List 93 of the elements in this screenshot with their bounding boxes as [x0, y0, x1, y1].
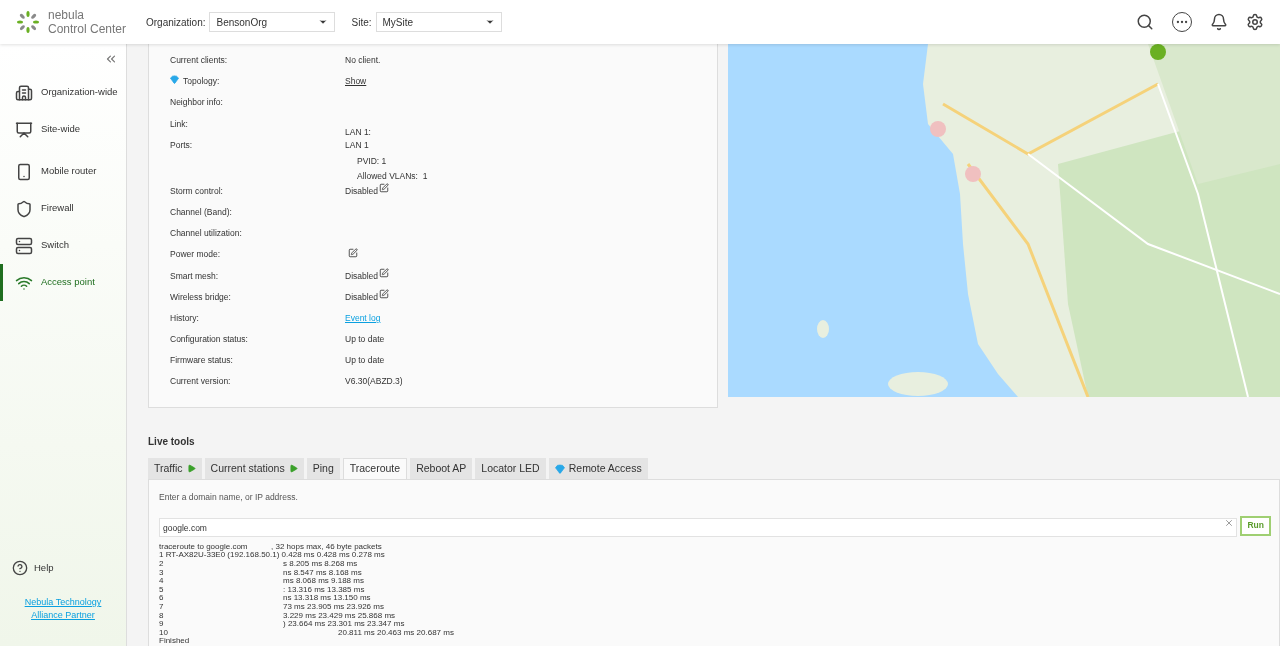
play-icon [288, 464, 298, 473]
output-line: ns 13.318 ms 13.150 ms [283, 594, 371, 603]
organization-label: Organization: [146, 15, 206, 30]
tab[interactable]: Ping [306, 458, 340, 479]
output-line: 20.811 ms 20.463 ms 20.687 ms [338, 628, 454, 638]
play-icon [186, 464, 196, 473]
output-line: Finished [159, 636, 190, 646]
detail-label: Ports: [170, 138, 193, 152]
detail-value: No client. [345, 54, 381, 67]
detail-value: Disabled [345, 184, 379, 198]
detail-label: Link: [170, 117, 188, 131]
output-line: ) 23.664 ms 23.301 ms 23.347 ms [283, 620, 405, 629]
edit-icon[interactable] [348, 248, 358, 259]
detail-value: V6.30(ABZD.3) [345, 375, 403, 389]
output-line: : 13.316 ms 13.385 ms [283, 585, 365, 595]
output-line: , 32 hops max, 46 byte packets [271, 542, 382, 551]
show-link[interactable]: Show [345, 75, 367, 88]
output-line: 9 [159, 620, 165, 629]
output-line: 3.229 ms 23.429 ms 25.868 ms [283, 611, 396, 621]
detail-label: Current version: [170, 375, 231, 389]
diamond-icon [554, 463, 565, 474]
output-line: s 8.205 ms 8.268 ms [283, 559, 358, 569]
organization-select[interactable]: BensonOrg [209, 12, 336, 32]
tab[interactable]: Traceroute [342, 458, 408, 479]
site-label: Site: [351, 15, 372, 30]
detail-value: Up to date [345, 333, 385, 346]
sidebar-item[interactable]: Switch [0, 227, 126, 264]
brand-name: Control Center [48, 22, 128, 36]
detail-label: Topology: [183, 75, 220, 88]
output-line: 7 [159, 602, 165, 612]
tab[interactable]: Current stations [204, 458, 304, 479]
sidebar-item[interactable]: Organization-wide [0, 74, 126, 111]
detail-label: Wireless bridge: [170, 290, 231, 304]
detail-value: LAN 1 [345, 138, 369, 152]
detail-value: LAN 1: [345, 125, 371, 139]
edit-icon[interactable] [379, 288, 390, 299]
detail-label: History: [170, 311, 199, 325]
edit-icon[interactable] [379, 267, 390, 278]
output-line: 8 [159, 611, 165, 621]
search-icon[interactable] [1136, 13, 1154, 31]
detail-value: Up to date [345, 354, 385, 367]
output-line: 2 [159, 559, 165, 569]
tab[interactable]: Reboot AP [410, 458, 473, 479]
detail-label: Power mode: [170, 248, 221, 262]
output-line: 1 RT-AX82U-33E0 (192.168.50.1) 0.428 ms 0.428 ms 0.278 ms [159, 550, 385, 560]
brand-name: nebula [48, 8, 86, 22]
site-select[interactable]: MySite [375, 12, 502, 32]
output-line: 73 ms 23.905 ms 23.926 ms [283, 602, 384, 612]
collapse-icon[interactable] [104, 52, 118, 66]
caret-icon [318, 17, 329, 27]
address-field[interactable]: google.com [159, 518, 1238, 538]
caret-icon [484, 17, 495, 27]
detail-value: Disabled [345, 269, 379, 283]
output-line: 5 [159, 585, 165, 595]
detail-value: Allowed VLANs: 1 [356, 170, 428, 183]
hint-text: Enter a domain name, or IP address. [159, 491, 299, 504]
help-icon[interactable] [12, 560, 28, 576]
detail-label: Firmware status: [170, 354, 233, 367]
tab[interactable]: Locator LED [475, 458, 546, 479]
help-link[interactable]: Help [34, 560, 54, 576]
phone-icon [15, 162, 33, 181]
output-line: traceroute to google.com [159, 542, 249, 551]
kiosk-icon [15, 120, 33, 139]
sidebar-item[interactable]: Mobile router [0, 153, 126, 190]
edit-icon[interactable] [379, 182, 390, 193]
shield-icon [15, 199, 33, 218]
detail-label: Storm control: [170, 184, 223, 198]
output-line: 6 [159, 594, 165, 603]
tab[interactable]: Remote Access [548, 458, 648, 479]
output-line: 10 [159, 628, 169, 638]
logo-icon [16, 10, 40, 34]
sidebar-item[interactable]: Site-wide [0, 111, 126, 148]
output-line: ns 8.547 ms 8.168 ms [283, 568, 362, 578]
sidebar-item[interactable]: Access point [0, 264, 126, 301]
clear-icon[interactable] [1224, 518, 1235, 529]
detail-label: Current clients: [170, 54, 228, 67]
detail-label: Configuration status: [170, 333, 248, 346]
detail-label: Neighbor info: [170, 96, 223, 110]
detail-label: Channel (Band): [170, 205, 232, 219]
section-title: Live tools [148, 435, 196, 449]
detail-value: Disabled [345, 290, 379, 304]
detail-value: PVID: 1 [356, 154, 388, 168]
output-line: 3 [159, 568, 165, 578]
sidebar-item[interactable]: Firewall [0, 190, 126, 227]
output-line: ms 8.068 ms 9.188 ms [283, 577, 364, 586]
detail-label: Smart mesh: [170, 269, 219, 283]
switch-icon [15, 236, 33, 255]
settings-icon[interactable] [1246, 13, 1264, 31]
output-line: 4 [159, 577, 165, 586]
detail-label: Channel utilization: [170, 227, 242, 240]
building-icon [15, 83, 33, 102]
tab[interactable]: Traffic [148, 458, 202, 479]
bell-icon[interactable] [1210, 13, 1228, 31]
